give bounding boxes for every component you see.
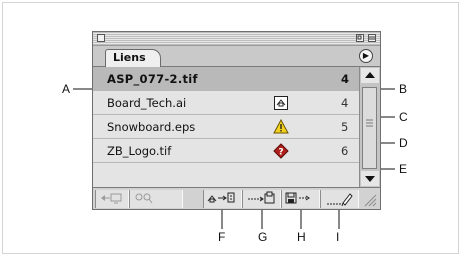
callout-A: A (62, 82, 71, 96)
scroll-thumb[interactable] (362, 87, 377, 169)
collapse-box-icon[interactable] (368, 34, 376, 42)
callout-B: B (399, 82, 408, 96)
link-page-number: 5 (341, 120, 349, 134)
zoom-search-button[interactable] (129, 190, 183, 208)
svg-text:?: ? (278, 148, 283, 158)
relink-button[interactable] (203, 190, 242, 208)
panel-toolbar (93, 187, 380, 209)
modified-icon (273, 95, 289, 111)
tab-row: Liens ▶ (93, 46, 380, 67)
links-panel: Liens ▶ ASP_077-2.tif 4 Board_Tech.ai 4 … (92, 31, 381, 210)
links-list: ASP_077-2.tif 4 Board_Tech.ai 4 Snowboar… (93, 67, 359, 187)
link-filename: ASP_077-2.tif (107, 72, 198, 86)
callout-C: C (399, 110, 408, 124)
panel-titlebar[interactable] (93, 32, 380, 46)
vertical-scrollbar[interactable] (359, 67, 380, 187)
update-link-button[interactable] (281, 190, 320, 208)
edit-original-icon (321, 190, 358, 206)
close-box-icon[interactable] (97, 34, 105, 42)
tab-liens[interactable]: Liens (105, 49, 161, 67)
link-page-number: 4 (341, 72, 350, 86)
relink-icon (204, 190, 241, 206)
callout-I: I (336, 230, 340, 244)
zoom-search-icon (130, 190, 182, 206)
link-filename: ZB_Logo.tif (107, 144, 172, 158)
goto-page-icon (96, 190, 128, 206)
panel-menu-button[interactable]: ▶ (359, 49, 373, 63)
link-row[interactable]: ASP_077-2.tif 4 (93, 67, 359, 91)
callout-G: G (258, 230, 268, 244)
link-filename: Snowboard.eps (107, 120, 196, 134)
scroll-up-arrow-icon[interactable] (361, 68, 379, 83)
edit-original-button[interactable] (320, 190, 359, 208)
goto-page-button[interactable] (95, 190, 129, 208)
link-filename: Board_Tech.ai (107, 96, 187, 110)
goto-link-icon (243, 190, 280, 206)
update-link-icon (282, 190, 319, 206)
link-page-number: 4 (341, 96, 349, 110)
warning-triangle-icon (273, 119, 289, 135)
link-row[interactable]: Board_Tech.ai 4 (93, 91, 359, 115)
link-page-number: 6 (341, 144, 349, 158)
goto-link-button[interactable] (242, 190, 281, 208)
scroll-down-arrow-icon[interactable] (361, 171, 379, 186)
list-empty-row (93, 163, 359, 187)
callout-H: H (297, 230, 306, 244)
callout-D: D (399, 136, 408, 150)
zoom-box-icon[interactable] (356, 34, 364, 42)
callout-E: E (399, 162, 408, 176)
missing-link-icon: ? (273, 143, 289, 159)
link-row[interactable]: Snowboard.eps 5 (93, 115, 359, 139)
link-row[interactable]: ZB_Logo.tif ? 6 (93, 139, 359, 163)
callout-F: F (218, 230, 226, 244)
resize-grip-icon[interactable] (361, 190, 378, 208)
